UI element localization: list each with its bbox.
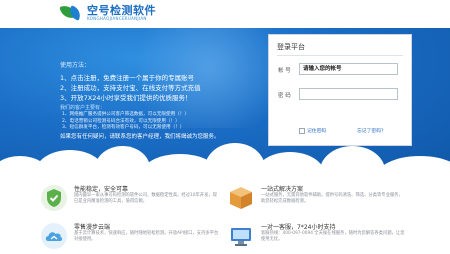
feature-description: 一站式服务，无需其他软件辅助。提供号码清洗、筛选、分类等专业服务，助您轻松完成数…: [261, 193, 403, 204]
logo-title: 空号检测软件: [87, 4, 156, 17]
customer-item: 3、短信群发平台，检测有效客户号码，可以无限使用（！）: [62, 125, 185, 130]
login-panel: 登录平台 帐 号 密 码 记住密码 忘记了密码？: [268, 34, 412, 146]
remember-password[interactable]: 记住密码: [299, 127, 326, 134]
username-label: 帐 号: [278, 68, 291, 74]
feature-title: 性能稳定，安全可靠: [74, 186, 129, 193]
password-label: 密 码: [278, 93, 291, 99]
logo[interactable]: 空号检测软件 KONGHAOJIANCERUANJIAN: [59, 3, 156, 23]
logo-icon: [59, 3, 83, 23]
login-title: 登录平台: [277, 43, 305, 51]
feature-support: 一对一客服，7*24小时支持 客服热线：400-097-0094 全天候在线服务…: [227, 222, 407, 254]
logo-text: 空号检测软件 KONGHAOJIANCERUANJIAN: [87, 5, 156, 21]
forgot-password-link[interactable]: 忘记了密码？: [357, 127, 386, 134]
feature-description: 客服热线：400-097-0094 全天候在线服务，随时为您解答各类问题，让您使…: [261, 231, 405, 242]
password-input[interactable]: [299, 88, 398, 100]
cloud-sync-icon: [41, 223, 67, 249]
feature-title: 一站式解决方案: [261, 186, 304, 193]
feature-one-stop: 一站式解决方案 一站式服务，无需其他软件辅助。提供号码清洗、筛选、分类等专业服务…: [227, 184, 407, 218]
usage-title: 使用方法：: [60, 62, 91, 69]
computer-support-icon: [231, 228, 251, 246]
usage-step: 2、注册成功，支持支付宝、在线支付等方式充值: [60, 84, 201, 92]
usage-instructions: 使用方法： 1、点击注册，免费注册一个属于你的专属账号 2、注册成功，支持支付宝…: [60, 60, 270, 141]
package-box-icon: [230, 187, 252, 209]
feature-cloud: 零售漫步云端 基于云计算技术，快速响应，随时随地轻松检测。开放API接口，支持多…: [40, 222, 220, 254]
usage-step: 3、开放7X24小时享受我们提供的优质服务！: [60, 94, 192, 102]
feature-title: 零售漫步云端: [74, 224, 111, 231]
shield-check-icon: [41, 185, 67, 211]
username-input[interactable]: [299, 63, 398, 75]
feature-title: 一对一客服，7*24小时支持: [261, 224, 336, 231]
customers-title: 我们的客户主要有：: [60, 105, 106, 111]
top-header: 空号检测软件 KONGHAOJIANCERUANJIAN: [0, 0, 450, 28]
remember-checkbox[interactable]: [299, 127, 305, 134]
feature-stable-secure: 性能稳定，安全可靠 国内最早一家从事号码检测的软件公司，数据稳定性高。经过10年…: [40, 184, 220, 218]
feature-description: 基于云计算技术，快速响应，随时随地轻松检测。开放API接口，支持多平台对接使用。: [74, 231, 219, 242]
usage-step: 1、点击注册，免费注册一个属于你的专属账号: [60, 74, 195, 82]
feature-description: 国内最早一家从事号码检测的软件公司，数据稳定性高。经过10年开发，现已是业内精准…: [74, 193, 217, 204]
logo-subtitle: KONGHAOJIANCERUANJIAN: [87, 16, 147, 21]
remember-label[interactable]: 记住密码: [307, 127, 326, 134]
contact-note: 如果您有任何疑问，请联系您的客户经理，我们将竭诚为您服务。: [60, 133, 220, 140]
login-divider: [277, 55, 403, 56]
